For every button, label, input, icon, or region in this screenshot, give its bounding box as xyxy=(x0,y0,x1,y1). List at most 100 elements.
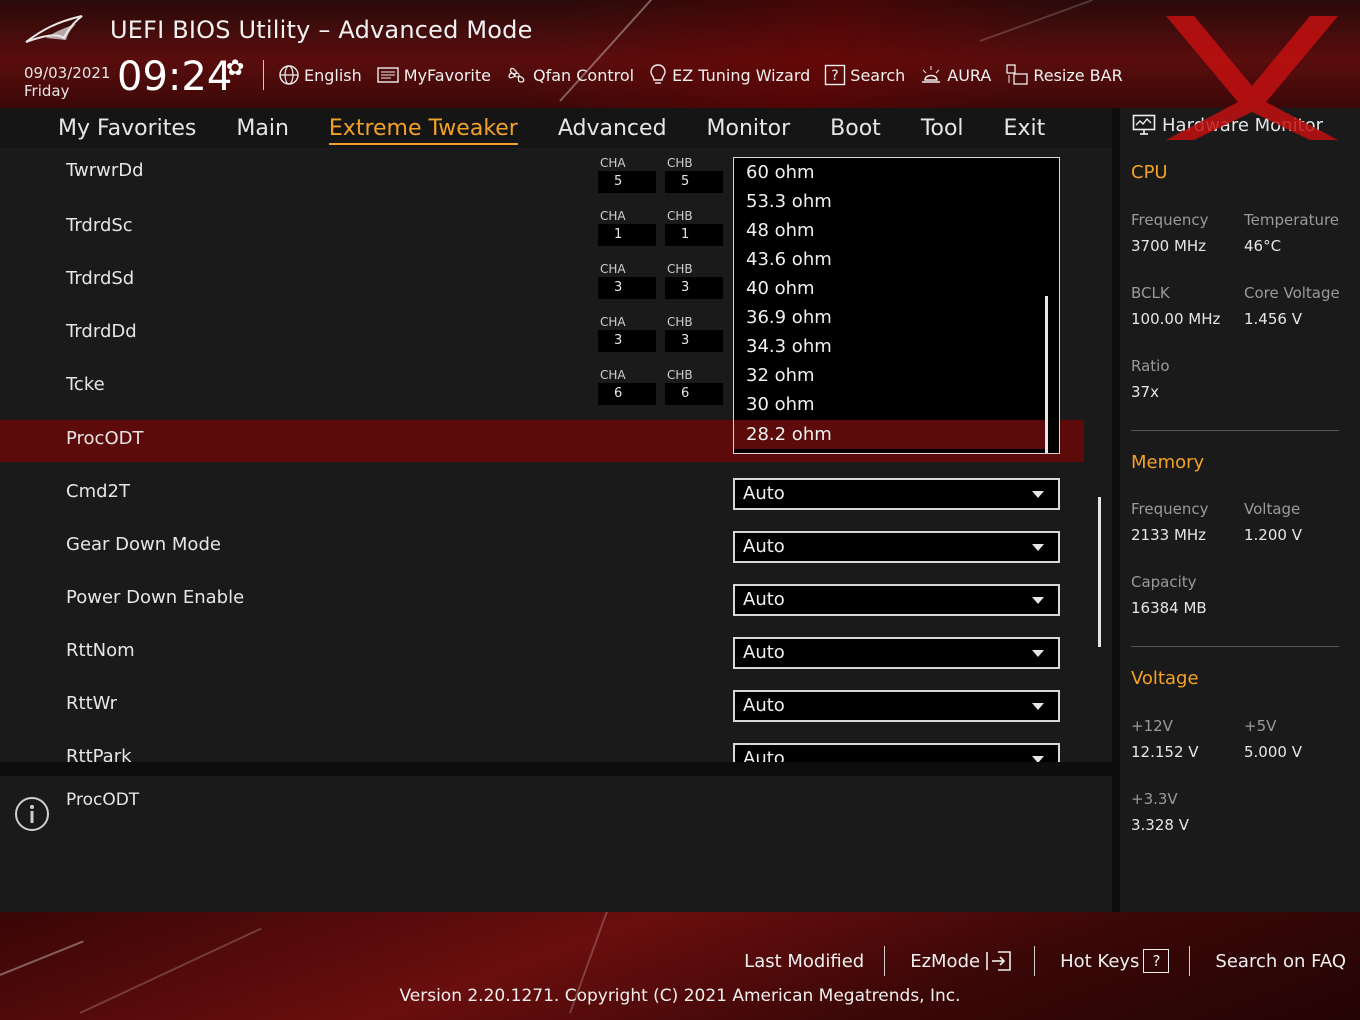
tab-extreme-tweaker[interactable]: Extreme Tweaker xyxy=(328,116,518,145)
tab-monitor[interactable]: Monitor xyxy=(707,116,791,141)
footer-bar: Last Modified EzMode Hot Keys ? Search o… xyxy=(0,912,1360,1020)
tab-main[interactable]: Main xyxy=(236,116,289,141)
v33-label: +3.3V xyxy=(1131,790,1178,808)
channel-a-field: 3 xyxy=(598,277,656,299)
cmd2t-select[interactable]: Auto xyxy=(733,478,1060,510)
ezmode-button[interactable]: EzMode xyxy=(910,949,1014,973)
help-text: ProcODT xyxy=(66,790,140,810)
cpu-frequency-label: Frequency xyxy=(1131,211,1209,229)
ez-tuning-label: EZ Tuning Wizard xyxy=(672,65,811,85)
setting-row-power-down-enable[interactable]: Power Down Enable Auto xyxy=(0,573,1084,626)
setting-row-cmd2t[interactable]: Cmd2T Auto xyxy=(0,467,1084,520)
rttnom-select[interactable]: Auto xyxy=(733,637,1060,669)
rttpark-select[interactable]: Auto xyxy=(733,743,1060,762)
tab-advanced[interactable]: Advanced xyxy=(558,116,667,141)
question-key-icon: ? xyxy=(1143,949,1170,973)
setting-row-rttpark[interactable]: RttPark Auto xyxy=(0,732,1084,762)
hardware-monitor-title-text: Hardware Monitor xyxy=(1162,114,1324,136)
qfan-control-button[interactable]: Qfan Control xyxy=(505,64,634,86)
caret-down-icon xyxy=(1032,491,1044,498)
channel-b-label: CHB xyxy=(667,156,693,170)
ez-tuning-wizard-button[interactable]: EZ Tuning Wizard xyxy=(648,63,810,87)
fan-icon xyxy=(508,67,525,83)
dropdown-option[interactable]: 36.9 ohm xyxy=(734,303,1045,332)
toolbar-divider xyxy=(263,60,264,90)
cpu-temperature-label: Temperature xyxy=(1244,211,1340,229)
rog-logo-icon xyxy=(25,15,83,43)
select-value: Auto xyxy=(743,589,785,610)
tab-my-favorites[interactable]: My Favorites xyxy=(58,116,196,141)
qfan-label: Qfan Control xyxy=(533,65,635,85)
channel-a-label: CHA xyxy=(600,368,626,382)
dropdown-option[interactable]: 48 ohm xyxy=(734,216,1045,245)
gear-down-mode-select[interactable]: Auto xyxy=(733,531,1060,563)
dropdown-option[interactable]: 34.3 ohm xyxy=(734,332,1045,361)
setting-label: Power Down Enable xyxy=(66,587,245,608)
select-value: Auto xyxy=(743,536,785,557)
setting-label: Cmd2T xyxy=(66,481,130,502)
rttwr-select[interactable]: Auto xyxy=(733,690,1060,722)
footer-divider xyxy=(884,946,886,976)
memory-capacity-label: Capacity xyxy=(1131,573,1197,591)
procodt-dropdown-list[interactable]: 60 ohm 53.3 ohm 48 ohm 43.6 ohm 40 ohm 3… xyxy=(733,157,1060,454)
dropdown-option[interactable]: 30 ohm xyxy=(734,390,1045,419)
setting-row-gear-down-mode[interactable]: Gear Down Mode Auto xyxy=(0,520,1084,573)
section-divider xyxy=(1131,646,1339,647)
footer-links: Last Modified EzMode Hot Keys ? Search o… xyxy=(744,946,1346,976)
dropdown-scrollbar[interactable] xyxy=(1045,296,1048,453)
exit-arrow-icon xyxy=(986,951,1011,971)
cpu-frequency-value: 3700 MHz xyxy=(1131,237,1207,255)
channel-a-label: CHA xyxy=(600,209,626,223)
dropdown-option-selected[interactable]: 28.2 ohm xyxy=(734,420,1045,449)
footer-divider xyxy=(1034,946,1036,976)
setting-row-rttnom[interactable]: RttNom Auto xyxy=(0,626,1084,679)
channel-a-field: 3 xyxy=(598,330,656,352)
question-box-icon: ? xyxy=(825,64,846,86)
channel-b-label: CHB xyxy=(667,315,693,329)
dropdown-option[interactable]: 40 ohm xyxy=(734,274,1045,303)
channel-b-value: CHB 3 xyxy=(665,262,725,299)
setting-label: TrdrdSc xyxy=(66,215,133,236)
channel-a-value: CHA 6 xyxy=(598,368,658,405)
cpu-temperature-value: 46°C xyxy=(1244,237,1282,255)
v5-label: +5V xyxy=(1244,717,1277,735)
setting-label: RttPark xyxy=(66,746,132,762)
aura-button[interactable]: AURA xyxy=(919,64,991,86)
resize-bar-button[interactable]: Resize BAR xyxy=(1005,63,1123,87)
last-modified-button[interactable]: Last Modified xyxy=(744,951,864,972)
section-divider xyxy=(1131,430,1339,431)
hot-keys-button[interactable]: Hot Keys ? xyxy=(1060,949,1170,973)
setting-label: ProcODT xyxy=(66,428,144,449)
dropdown-option[interactable]: 32 ohm xyxy=(734,361,1045,390)
settings-scrollbar[interactable] xyxy=(1098,497,1101,647)
language-label: English xyxy=(304,65,362,85)
hot-keys-label: Hot Keys xyxy=(1060,950,1140,972)
channel-b-value: CHB 1 xyxy=(665,209,725,246)
caret-down-icon xyxy=(1032,703,1044,710)
language-button[interactable]: English xyxy=(278,64,362,86)
channel-b-value: CHB 6 xyxy=(665,368,725,405)
setting-label: Gear Down Mode xyxy=(66,534,221,555)
dropdown-option[interactable]: 60 ohm xyxy=(734,158,1045,187)
dropdown-option[interactable]: 53.3 ohm xyxy=(734,187,1045,216)
channel-a-value: CHA 1 xyxy=(598,209,658,246)
power-down-enable-select[interactable]: Auto xyxy=(733,584,1060,616)
tab-boot[interactable]: Boot xyxy=(830,116,881,141)
select-value: Auto xyxy=(743,483,785,504)
channel-a-field: 5 xyxy=(598,171,656,193)
dropdown-option[interactable]: 43.6 ohm xyxy=(734,245,1045,274)
search-button[interactable]: ? Search xyxy=(824,64,905,86)
search-faq-button[interactable]: Search on FAQ xyxy=(1215,951,1346,972)
search-label: Search xyxy=(850,65,906,85)
tab-tool[interactable]: Tool xyxy=(921,116,964,141)
footer-divider xyxy=(1189,946,1191,976)
gear-icon[interactable]: ✿ xyxy=(226,56,244,81)
select-value: Auto xyxy=(743,695,785,716)
myfavorite-button[interactable]: MyFavorite xyxy=(376,65,491,85)
core-voltage-label: Core Voltage xyxy=(1244,284,1340,302)
setting-row-rttwr[interactable]: RttWr Auto xyxy=(0,679,1084,732)
clock-display[interactable]: 09:24 xyxy=(117,54,232,100)
tab-exit[interactable]: Exit xyxy=(1004,116,1046,141)
setting-label: RttWr xyxy=(66,693,118,714)
memory-voltage-value: 1.200 V xyxy=(1244,526,1302,544)
